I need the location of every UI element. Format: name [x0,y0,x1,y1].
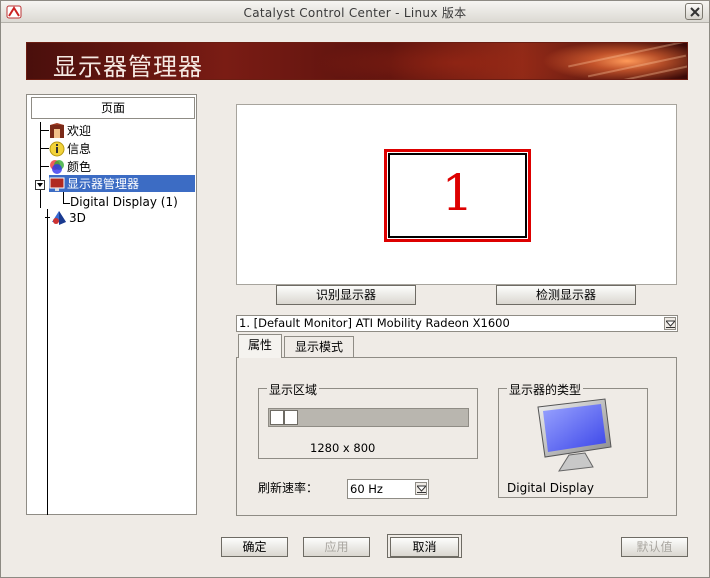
color-icon [49,159,65,175]
lcd-monitor-icon [537,398,612,472]
sidebar-item-digital-display[interactable]: Digital Display (1) [70,193,178,210]
sidebar-item-label: 颜色 [67,160,92,174]
display-area-title: 显示区域 [267,381,320,398]
display-preview: 1 [236,104,677,285]
monitor-number: 1 [441,164,474,222]
close-icon [690,7,700,17]
refresh-rate-label: 刷新速率： [258,481,319,495]
display-type-value: Digital Display [507,481,594,495]
ok-button[interactable]: 确定 [221,537,288,557]
sidebar-item-display-manager[interactable]: 显示器管理器 [49,175,195,192]
title-bar[interactable]: Catalyst Control Center - Linux 版本 [1,1,709,23]
refresh-rate-select[interactable]: 60 Hz [347,479,429,499]
slider-handle[interactable] [270,410,284,425]
monitor-select[interactable]: 1. [Default Monitor] ATI Mobility Radeon… [236,315,678,332]
sidebar-item-label: 信息 [67,142,92,156]
collapse-toggle[interactable] [35,180,45,190]
slider-handle[interactable] [284,410,298,425]
monitor-tile[interactable]: 1 [384,149,531,242]
chevron-down-icon [666,320,675,328]
sidebar-item-info[interactable]: 信息 [49,140,91,157]
resolution-value: 1280 x 800 [310,441,376,455]
window-title: Catalyst Control Center - Linux 版本 [243,6,467,20]
resolution-slider[interactable] [268,408,469,427]
chevron-down-icon [417,485,426,493]
refresh-rate-value: 60 Hz [350,482,383,496]
tree-header[interactable]: 页面 [31,97,195,119]
dropdown-button[interactable] [664,317,676,330]
ccc-window: Catalyst Control Center - Linux 版本 显示器管理… [0,0,710,578]
welcome-icon [49,122,65,139]
sidebar-item-label: 3D [69,210,86,225]
page-tree: 页面 欢迎 信息 颜色 显示器管理器 Digital Display (1) 3… [26,94,197,515]
triangle-down-icon [37,183,43,187]
identify-displays-button[interactable]: 识别显示器 [276,285,416,305]
sidebar-item-label: 欢迎 [67,124,92,138]
defaults-button[interactable]: 默认值 [621,537,688,557]
sidebar-item-color[interactable]: 颜色 [49,158,91,175]
sidebar-item-label: Digital Display (1) [70,194,178,209]
3d-icon [51,210,67,226]
apply-button[interactable]: 应用 [303,537,370,557]
tab-display-mode[interactable]: 显示模式 [284,336,354,358]
cancel-button[interactable]: 取消 [390,537,459,557]
dropdown-button[interactable] [415,482,427,495]
sidebar-item-3d[interactable]: 3D [51,209,86,226]
monitor-select-value: 1. [Default Monitor] ATI Mobility Radeon… [239,316,510,330]
sidebar-item-label: 显示器管理器 [67,177,140,191]
display-manager-icon [49,176,65,192]
tab-properties[interactable]: 属性 [238,334,282,358]
info-icon [49,141,65,157]
page-banner: 显示器管理器 [26,42,688,80]
detect-displays-button[interactable]: 检测显示器 [496,285,636,305]
close-button[interactable] [685,3,703,20]
sidebar-item-welcome[interactable]: 欢迎 [49,122,91,139]
page-title: 显示器管理器 [53,53,203,80]
